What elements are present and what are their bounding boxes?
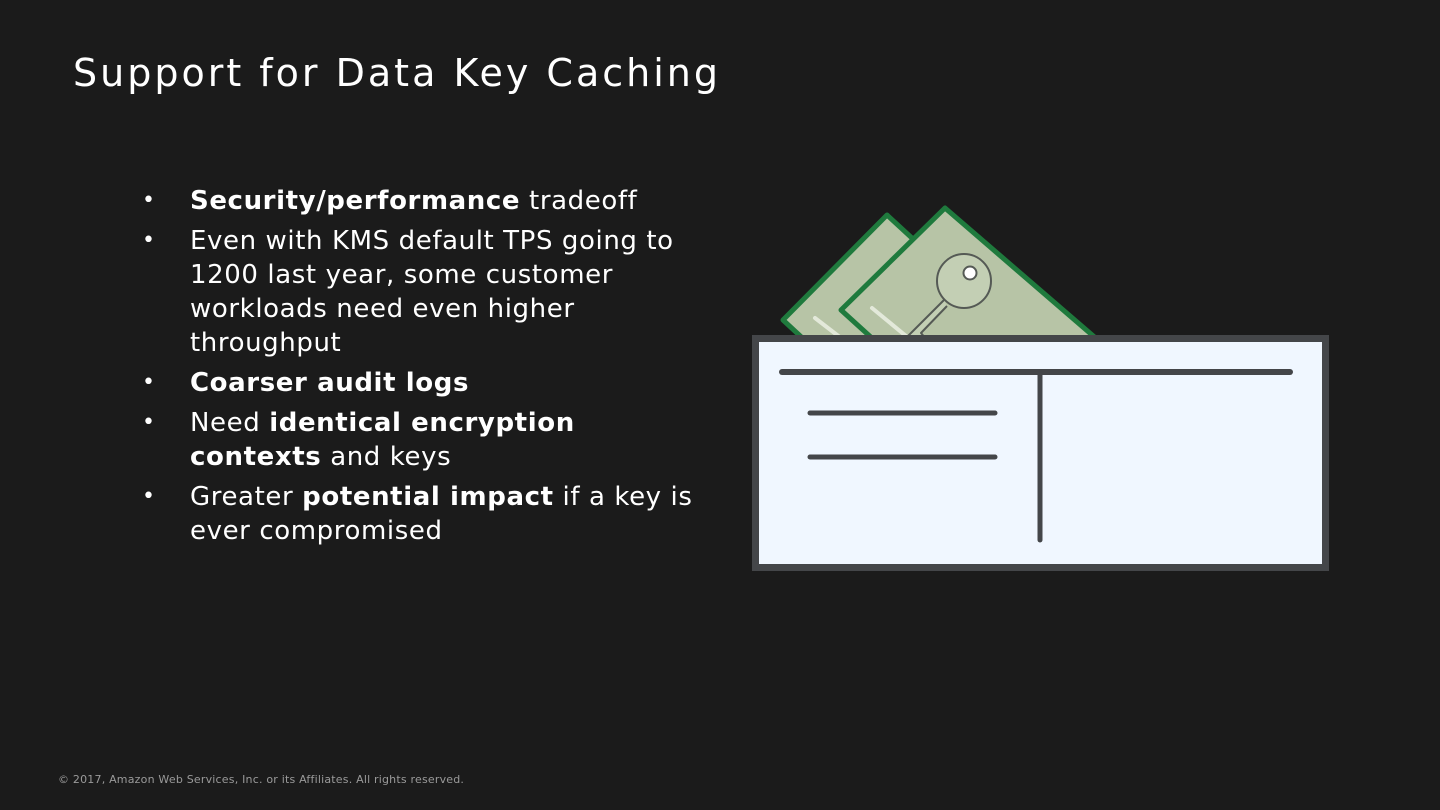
bullet-marker: • [142, 188, 156, 213]
bullet-text: tradeoff [520, 186, 638, 216]
bullet-text: Even with KMS default TPS going to 1200 … [190, 226, 674, 358]
copyright-footer: © 2017, Amazon Web Services, Inc. or its… [58, 773, 465, 786]
bullet-bold-text: Coarser audit logs [190, 368, 470, 398]
bullet-marker: • [142, 410, 156, 435]
bullet-marker: • [142, 370, 156, 395]
bullet-item: • Even with KMS default TPS going to 120… [140, 224, 700, 360]
slide-title: Support for Data Key Caching [73, 51, 721, 95]
bullet-text: Need [190, 408, 270, 438]
bullet-item: • Security/performance tradeoff [140, 184, 700, 218]
bullet-bold-text: potential impact [302, 482, 554, 512]
wallet-icon [752, 205, 1329, 571]
bullet-marker: • [142, 228, 156, 253]
bullet-bold-text: Security/performance [190, 186, 521, 216]
bullet-item: • Coarser audit logs [140, 366, 700, 400]
bullet-marker: • [142, 484, 156, 509]
bullet-text: Greater [190, 482, 303, 512]
bullet-list: • Security/performance tradeoff • Even w… [140, 184, 700, 554]
bullet-item: • Greater potential impact if a key is e… [140, 480, 700, 548]
bullet-text: and keys [321, 442, 452, 472]
bullet-item: • Need identical encryption contexts and… [140, 406, 700, 474]
